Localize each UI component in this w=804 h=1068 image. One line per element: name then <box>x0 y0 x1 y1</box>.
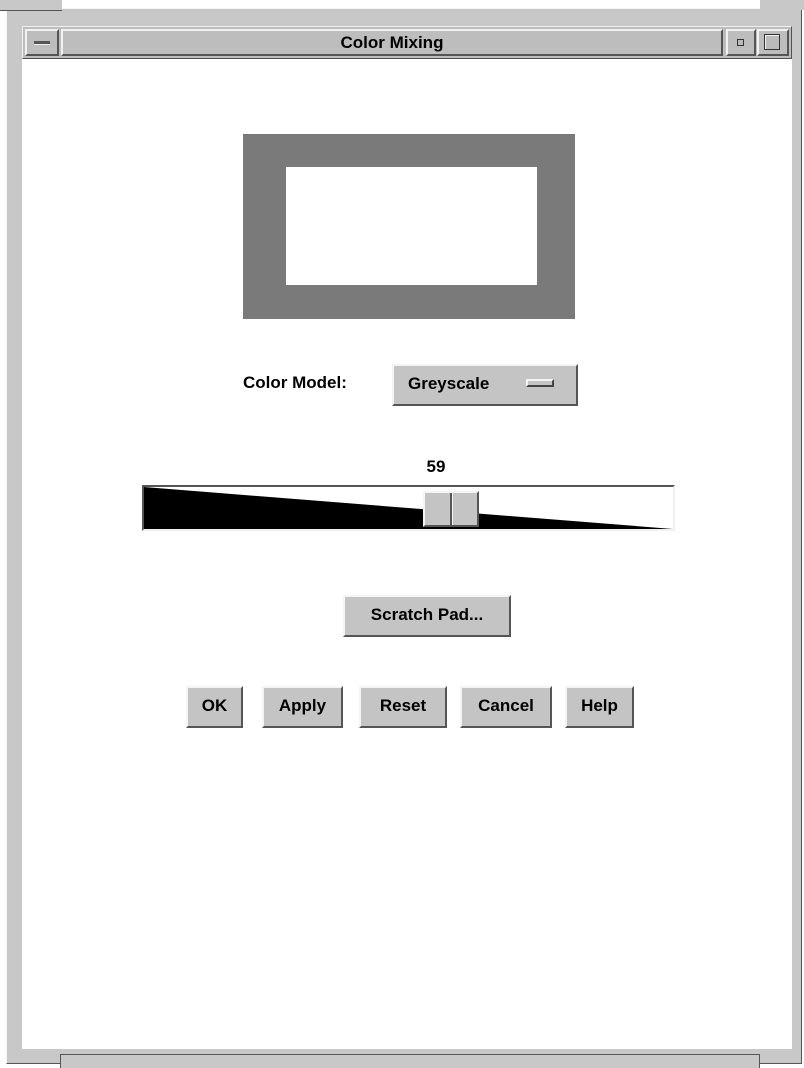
color-model-option-menu[interactable]: Greyscale <box>392 364 578 406</box>
slider-thumb[interactable] <box>423 491 479 527</box>
ok-button[interactable]: OK <box>186 686 243 728</box>
frame-bottom-bar[interactable] <box>60 1054 760 1068</box>
window-title[interactable]: Color Mixing <box>61 29 723 56</box>
slider-thumb-divider <box>450 493 453 525</box>
help-button[interactable]: Help <box>565 686 634 728</box>
color-preview-inner <box>286 167 537 285</box>
dialog-body: Color Model: Greyscale 59 Scratch Pad...… <box>22 59 792 1049</box>
reset-button[interactable]: Reset <box>359 686 447 728</box>
minimize-icon <box>737 39 744 46</box>
maximize-icon <box>764 34 780 50</box>
scratch-pad-button[interactable]: Scratch Pad... <box>343 595 511 637</box>
minimize-button[interactable] <box>726 29 756 56</box>
option-menu-indicator-icon <box>526 379 554 387</box>
cancel-button[interactable]: Cancel <box>460 686 552 728</box>
apply-button[interactable]: Apply <box>262 686 343 728</box>
frame-corner-top-left[interactable] <box>0 0 62 11</box>
color-model-label: Color Model: <box>243 373 347 392</box>
window-menu-button[interactable] <box>25 29 59 56</box>
title-bar[interactable]: Color Mixing <box>22 26 792 59</box>
slider-value-label: 59 <box>426 457 446 476</box>
color-preview <box>243 134 575 319</box>
slider-gradient-wedge <box>144 487 673 529</box>
maximize-button[interactable] <box>757 29 789 56</box>
window-menu-icon <box>34 41 50 45</box>
frame-corner-top-right[interactable] <box>760 0 804 10</box>
greyscale-slider[interactable] <box>142 485 675 531</box>
color-model-selected: Greyscale <box>408 374 490 393</box>
